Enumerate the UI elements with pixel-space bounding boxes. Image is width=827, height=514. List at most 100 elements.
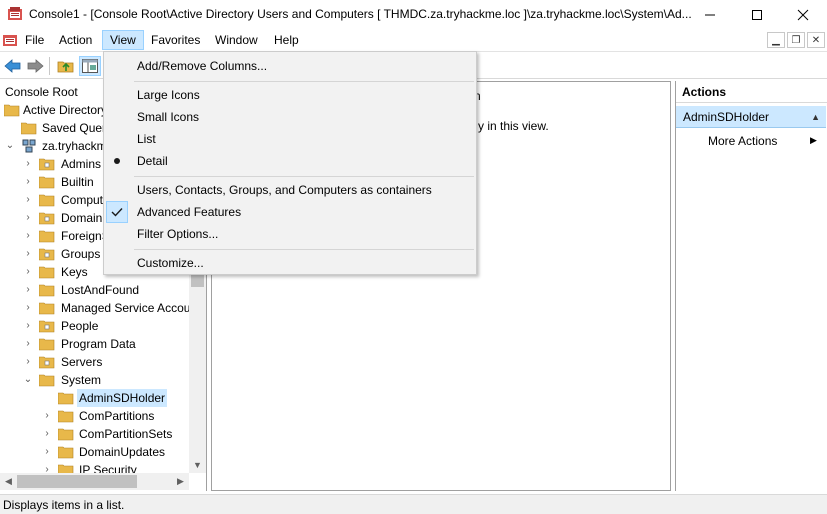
menu-item-add-remove-columns[interactable]: Add/Remove Columns...: [104, 55, 476, 77]
folder-icon: [57, 427, 74, 441]
status-text: Displays items in a list.: [3, 498, 125, 512]
scroll-down-arrow-icon[interactable]: ▼: [189, 456, 206, 473]
menu-item-small-icons[interactable]: Small Icons: [104, 106, 476, 128]
collapse-chevron-icon[interactable]: ⌄: [22, 371, 34, 389]
menu-item-filter-options[interactable]: Filter Options...: [104, 223, 476, 245]
menu-file[interactable]: File: [18, 30, 51, 50]
menu-separator: [134, 249, 474, 250]
maximize-button[interactable]: [734, 0, 780, 29]
actions-section-header[interactable]: AdminSDHolder ▲: [676, 106, 826, 128]
menu-item-users-as-containers[interactable]: Users, Contacts, Groups, and Computers a…: [104, 179, 476, 201]
scroll-left-arrow-icon[interactable]: ◀: [0, 473, 17, 490]
expand-chevron-icon[interactable]: ›: [22, 173, 34, 191]
domain-icon: [21, 139, 37, 153]
expand-chevron-icon[interactable]: ›: [22, 353, 34, 371]
folder-icon: [38, 175, 55, 189]
menu-item-customize[interactable]: Customize...: [104, 252, 476, 274]
expand-chevron-icon[interactable]: ›: [22, 191, 34, 209]
tree-item-label: Program Data: [61, 337, 136, 351]
expand-chevron-icon[interactable]: ›: [22, 245, 34, 263]
up-one-level-button[interactable]: [55, 56, 77, 76]
menu-item-detail[interactable]: Detail: [104, 150, 476, 172]
ou-folder-icon: [38, 319, 55, 333]
menu-favorites[interactable]: Favorites: [144, 30, 207, 50]
empty-view-message: y in this view.: [478, 119, 549, 133]
menu-help[interactable]: Help: [267, 30, 306, 50]
tree-horizontal-scrollbar[interactable]: ◀ ▶: [0, 473, 189, 490]
back-arrow-icon: [4, 59, 21, 73]
folder-icon: [38, 265, 55, 279]
expand-chevron-icon[interactable]: ›: [22, 299, 34, 317]
menu-item-label: Advanced Features: [137, 205, 242, 219]
menu-item-list[interactable]: List: [104, 128, 476, 150]
scroll-right-arrow-icon[interactable]: ▶: [172, 473, 189, 490]
expand-chevron-icon[interactable]: ›: [22, 227, 34, 245]
tree-item-label: People: [61, 319, 99, 333]
ou-folder-icon: [38, 157, 55, 171]
submenu-arrow-icon: ▶: [810, 135, 817, 145]
tree-item-label: Keys: [61, 265, 88, 279]
expand-chevron-icon[interactable]: ›: [41, 443, 53, 461]
scrollbar-thumb[interactable]: [17, 475, 137, 488]
mmc-app-icon: [7, 6, 23, 22]
folder-icon: [57, 445, 74, 459]
tree-item-label: Admins: [61, 157, 102, 171]
menu-action[interactable]: Action: [52, 30, 99, 50]
folder-up-icon: [57, 61, 74, 73]
expand-chevron-icon[interactable]: ›: [22, 335, 34, 353]
close-button[interactable]: [780, 0, 826, 29]
tree-item-label: Builtin: [61, 175, 94, 189]
menu-item-label: List: [137, 132, 156, 146]
expand-chevron-icon[interactable]: ›: [22, 155, 34, 173]
more-actions-item[interactable]: More Actions: [708, 131, 777, 151]
tree-item-label: System: [61, 373, 102, 387]
title-bar: Console1 - [Console Root\Active Director…: [0, 0, 827, 29]
mdi-close-button[interactable]: ✕: [807, 32, 825, 48]
mdi-restore-button[interactable]: ❐: [787, 32, 805, 48]
expand-chevron-icon[interactable]: ›: [41, 407, 53, 425]
tree-item-label: AdminSDHolder: [77, 389, 168, 407]
tree-item-label: ComPartitions: [79, 409, 155, 423]
console-tree-icon: [82, 59, 98, 73]
toolbar-separator: [49, 57, 50, 75]
expand-chevron-icon[interactable]: ›: [41, 425, 53, 443]
folder-icon: [57, 409, 74, 423]
menu-item-label: Small Icons: [137, 110, 200, 124]
tree-item-label: Servers: [61, 355, 103, 369]
ou-folder-icon: [38, 211, 55, 225]
menu-item-label: Detail: [137, 154, 168, 168]
console-icon[interactable]: [2, 32, 18, 48]
window-title: Console1 - [Console Root\Active Director…: [29, 7, 692, 21]
forward-arrow-icon: [27, 59, 44, 73]
forward-button[interactable]: [24, 56, 46, 76]
tree-item-label: LostAndFound: [61, 283, 140, 297]
tree-item-label: Console Root: [5, 85, 78, 99]
folder-icon: [38, 337, 55, 351]
status-bar: Displays items in a list.: [0, 494, 827, 514]
mdi-minimize-button[interactable]: ▁: [767, 32, 785, 48]
back-button[interactable]: [2, 56, 24, 76]
menu-item-large-icons[interactable]: Large Icons: [104, 84, 476, 106]
menu-item-label: Filter Options...: [137, 227, 219, 241]
expand-chevron-icon[interactable]: ›: [22, 317, 34, 335]
folder-icon: [38, 301, 55, 315]
folder-icon: [57, 391, 74, 405]
expand-chevron-icon[interactable]: ›: [22, 281, 34, 299]
ou-folder-icon: [38, 247, 55, 261]
menu-item-label: Users, Contacts, Groups, and Computers a…: [137, 183, 432, 197]
menu-window[interactable]: Window: [208, 30, 265, 50]
ou-folder-icon: [38, 355, 55, 369]
minimize-icon: [705, 14, 715, 15]
menu-view[interactable]: View: [102, 30, 144, 50]
menu-item-advanced-features[interactable]: Advanced Features: [104, 201, 476, 223]
show-hide-console-tree-button[interactable]: [79, 56, 101, 76]
expand-chevron-icon[interactable]: ›: [22, 209, 34, 227]
aduc-icon: [3, 103, 20, 117]
folder-icon: [38, 193, 55, 207]
collapse-triangle-icon[interactable]: ▲: [811, 106, 820, 128]
expand-chevron-icon[interactable]: ›: [22, 263, 34, 281]
collapse-chevron-icon[interactable]: ⌄: [4, 137, 16, 155]
folder-icon: [38, 283, 55, 297]
minimize-button[interactable]: [687, 0, 733, 29]
tree-item-label: DomainUpdates: [79, 445, 166, 459]
